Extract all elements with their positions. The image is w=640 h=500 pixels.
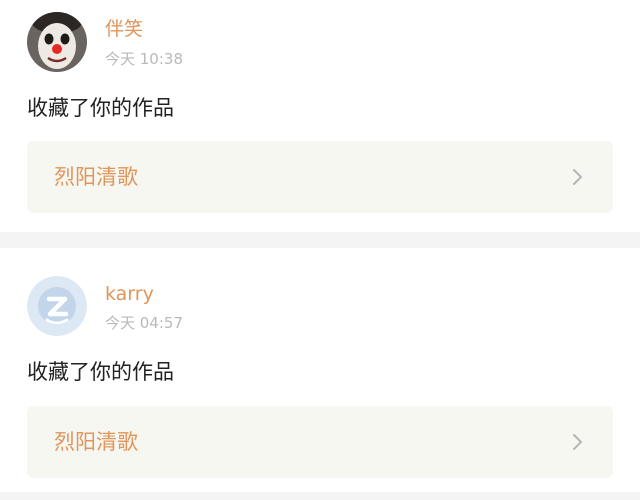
timestamp: 今天 10:38 [105, 50, 183, 68]
card-separator [0, 492, 640, 500]
username[interactable]: karry [105, 282, 154, 306]
work-title: 烈阳清歌 [54, 430, 138, 454]
default-avatar-image [27, 276, 87, 336]
clown-avatar-image [27, 12, 87, 72]
username[interactable]: 伴笑 [105, 17, 143, 41]
avatar[interactable] [27, 276, 87, 336]
action-text: 收藏了你的作品 [27, 360, 174, 384]
chevron-right-icon [573, 169, 582, 185]
card-separator [0, 232, 640, 248]
notification-card: 伴笑 今天 10:38 收藏了你的作品 烈阳清歌 [0, 0, 640, 232]
work-link[interactable]: 烈阳清歌 [27, 406, 613, 478]
chevron-right-icon [573, 434, 582, 450]
avatar[interactable] [27, 12, 87, 72]
work-link[interactable]: 烈阳清歌 [27, 141, 613, 213]
work-title: 烈阳清歌 [54, 165, 138, 189]
timestamp: 今天 04:57 [105, 314, 183, 332]
action-text: 收藏了你的作品 [27, 96, 174, 120]
notification-card: karry 今天 04:57 收藏了你的作品 烈阳清歌 [0, 248, 640, 492]
